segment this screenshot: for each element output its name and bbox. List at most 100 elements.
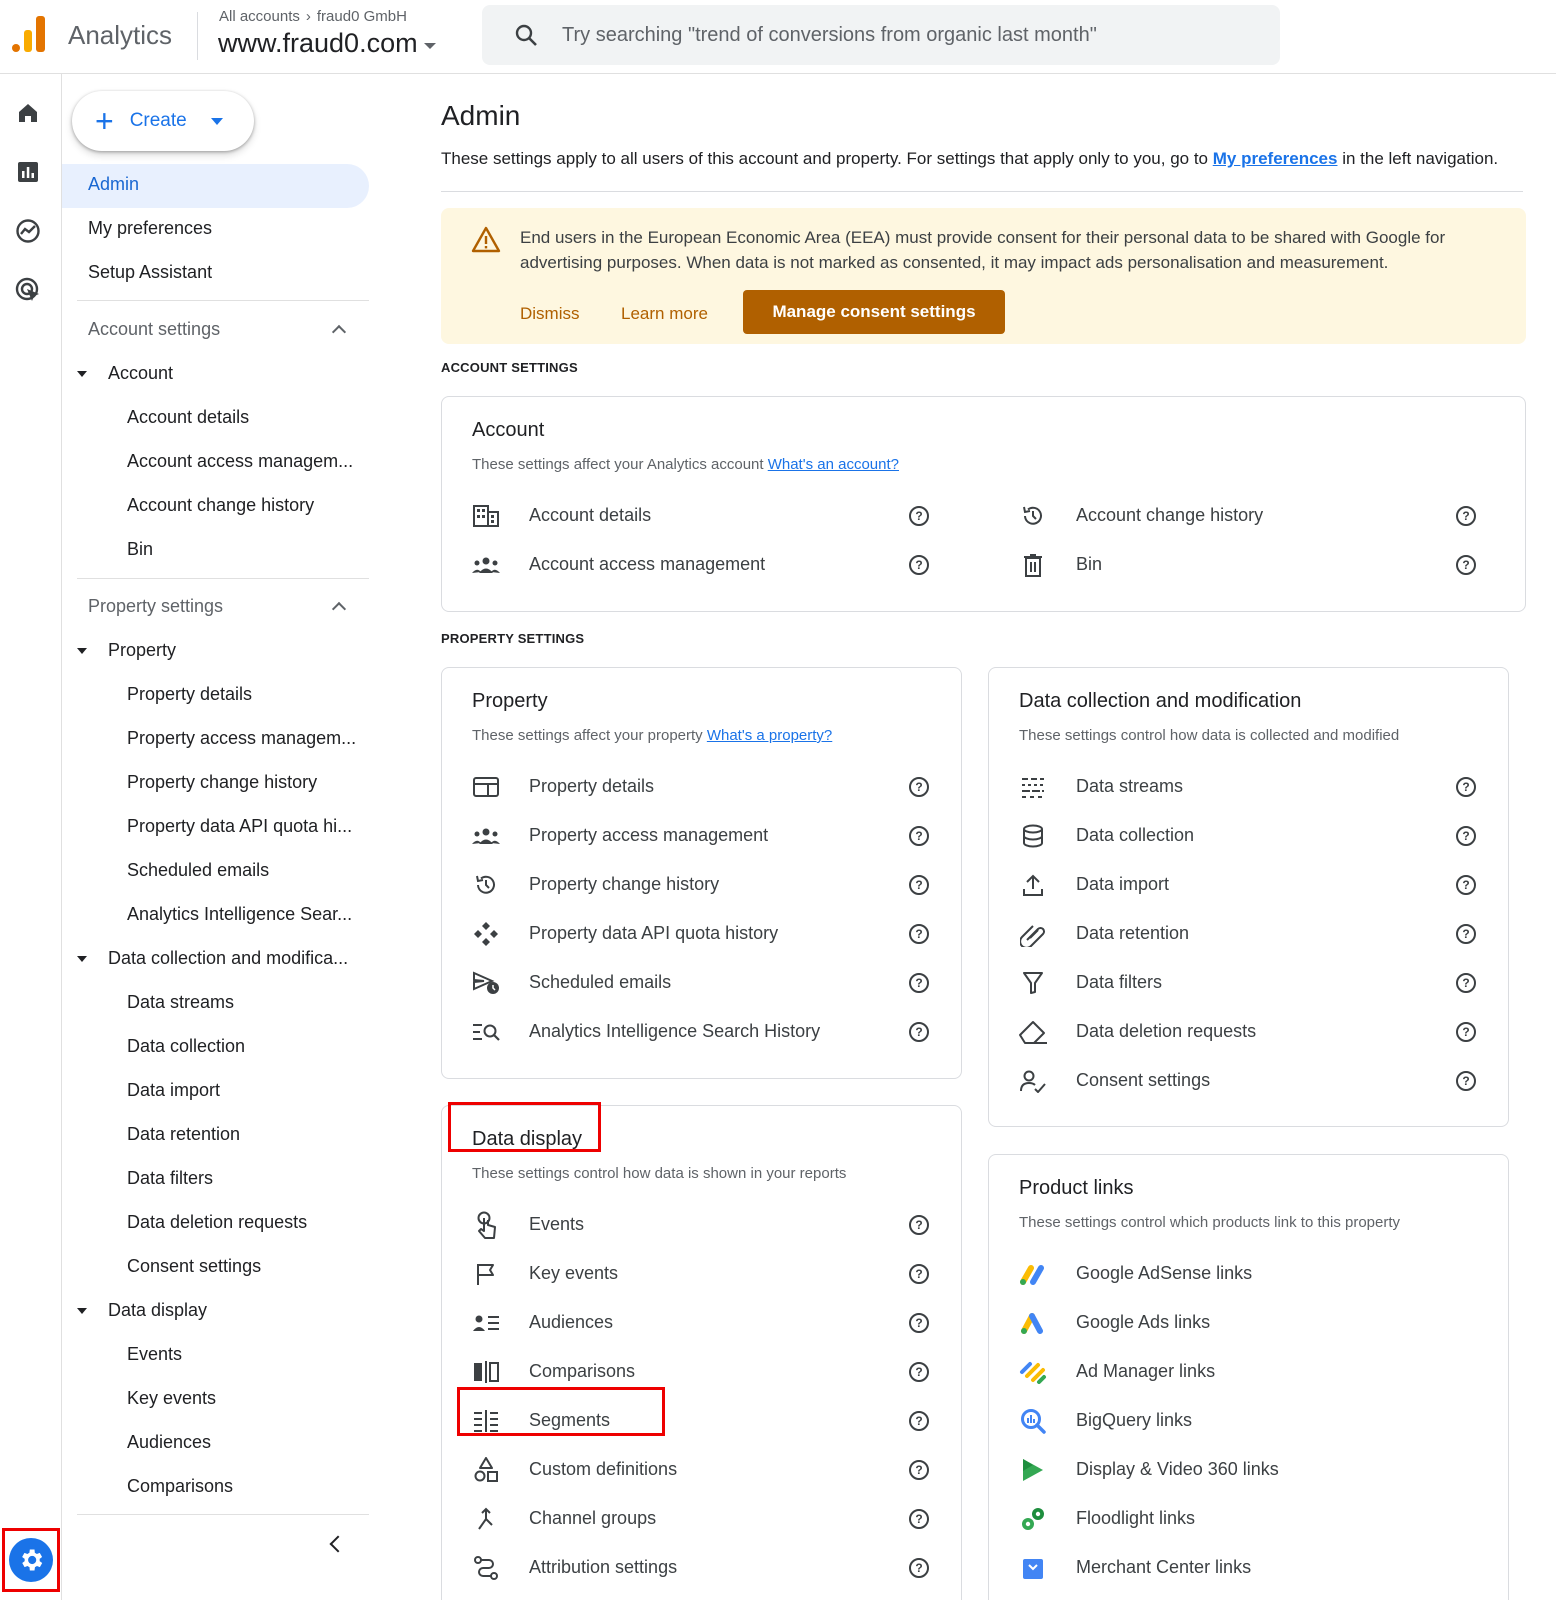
nav-data-import[interactable]: Data import (127, 1080, 220, 1101)
data-import-row[interactable]: Data import ? (1018, 865, 1488, 905)
help-icon[interactable]: ? (909, 1509, 929, 1529)
whats-an-account-link[interactable]: What's an account? (768, 456, 899, 473)
help-icon[interactable]: ? (1456, 555, 1476, 575)
nav-account-access[interactable]: Account access managem... (127, 451, 353, 472)
help-icon[interactable]: ? (1456, 1071, 1476, 1091)
dismiss-button[interactable]: Dismiss (520, 304, 580, 324)
nav-consent-settings[interactable]: Consent settings (127, 1256, 261, 1277)
bin-row[interactable]: Bin ? (1018, 545, 1488, 585)
home-icon[interactable] (13, 98, 43, 128)
consent-settings-row[interactable]: Consent settings ? (1018, 1061, 1488, 1101)
help-icon[interactable]: ? (909, 1558, 929, 1578)
caret-down-icon[interactable] (77, 371, 87, 377)
property-selector[interactable]: www.fraud0.com (218, 28, 436, 59)
help-icon[interactable]: ? (909, 1411, 929, 1431)
help-icon[interactable]: ? (909, 1264, 929, 1284)
nav-account-settings[interactable]: Account settings (88, 319, 220, 340)
nav-property-change-history[interactable]: Property change history (127, 772, 317, 793)
nav-audiences[interactable]: Audiences (127, 1432, 211, 1453)
help-icon[interactable]: ? (1456, 506, 1476, 526)
adsense-links-row[interactable]: Google AdSense links (1018, 1254, 1488, 1294)
reports-icon[interactable] (13, 157, 43, 187)
bigquery-links-row[interactable]: BigQuery links (1018, 1401, 1488, 1441)
account-change-history-row[interactable]: Account change history ? (1018, 496, 1488, 536)
nav-data-collection-item[interactable]: Data collection (127, 1036, 245, 1057)
help-icon[interactable]: ? (909, 1313, 929, 1333)
google-ads-links-row[interactable]: Google Ads links (1018, 1303, 1488, 1343)
account-details-row[interactable]: Account details ? (471, 496, 941, 536)
caret-down-icon[interactable] (77, 648, 87, 654)
custom-definitions-row[interactable]: Custom definitions ? (471, 1450, 941, 1490)
admin-gear-button[interactable] (2, 1528, 60, 1592)
manage-consent-button[interactable]: Manage consent settings (743, 290, 1005, 334)
help-icon[interactable]: ? (909, 506, 929, 526)
nav-property-api-quota[interactable]: Property data API quota hi... (127, 816, 352, 837)
nav-data-filters[interactable]: Data filters (127, 1168, 213, 1189)
help-icon[interactable]: ? (1456, 1022, 1476, 1042)
property-details-row[interactable]: Property details ? (471, 767, 941, 807)
help-icon[interactable]: ? (909, 1022, 929, 1042)
data-streams-row[interactable]: Data streams ? (1018, 767, 1488, 807)
help-icon[interactable]: ? (909, 973, 929, 993)
nav-data-collection[interactable]: Data collection and modifica... (108, 948, 348, 969)
nav-events[interactable]: Events (127, 1344, 182, 1365)
audiences-row[interactable]: Audiences ? (471, 1303, 941, 1343)
channel-groups-row[interactable]: Channel groups ? (471, 1499, 941, 1539)
property-api-quota-row[interactable]: Property data API quota history ? (471, 914, 941, 954)
floodlight-links-row[interactable]: Floodlight links (1018, 1499, 1488, 1539)
help-icon[interactable]: ? (909, 777, 929, 797)
nav-setup-assistant[interactable]: Setup Assistant (88, 262, 212, 283)
help-icon[interactable]: ? (1456, 924, 1476, 944)
property-access-row[interactable]: Property access management ? (471, 816, 941, 856)
help-icon[interactable]: ? (1456, 826, 1476, 846)
nav-analytics-intelligence[interactable]: Analytics Intelligence Sear... (127, 904, 352, 925)
help-icon[interactable]: ? (909, 1460, 929, 1480)
help-icon[interactable]: ? (909, 875, 929, 895)
data-filters-row[interactable]: Data filters ? (1018, 963, 1488, 1003)
breadcrumb-account[interactable]: fraud0 GmbH (317, 8, 407, 25)
my-preferences-link[interactable]: My preferences (1213, 149, 1338, 168)
help-icon[interactable]: ? (909, 924, 929, 944)
nav-data-streams[interactable]: Data streams (127, 992, 234, 1013)
nav-comparisons[interactable]: Comparisons (127, 1476, 233, 1497)
merchant-center-links-row[interactable]: Merchant Center links (1018, 1548, 1488, 1588)
breadcrumb-all-accounts[interactable]: All accounts (219, 8, 300, 25)
nav-data-deletion[interactable]: Data deletion requests (127, 1212, 307, 1233)
create-button[interactable]: + Create (72, 91, 254, 151)
explore-icon[interactable] (13, 216, 43, 246)
nav-data-retention[interactable]: Data retention (127, 1124, 240, 1145)
nav-property-access[interactable]: Property access managem... (127, 728, 356, 749)
comparisons-row[interactable]: Comparisons ? (471, 1352, 941, 1392)
help-icon[interactable]: ? (1456, 973, 1476, 993)
scheduled-emails-row[interactable]: Scheduled emails ? (471, 963, 941, 1003)
nav-property-details[interactable]: Property details (127, 684, 252, 705)
data-deletion-row[interactable]: Data deletion requests ? (1018, 1012, 1488, 1052)
help-icon[interactable]: ? (909, 555, 929, 575)
nav-data-display[interactable]: Data display (108, 1300, 207, 1321)
account-access-row[interactable]: Account access management ? (471, 545, 941, 585)
nav-property[interactable]: Property (108, 640, 176, 661)
caret-down-icon[interactable] (77, 956, 87, 962)
dv360-links-row[interactable]: Display & Video 360 links (1018, 1450, 1488, 1490)
help-icon[interactable]: ? (909, 826, 929, 846)
learn-more-link[interactable]: Learn more (621, 304, 708, 324)
nav-property-settings[interactable]: Property settings (88, 596, 223, 617)
analytics-logo-icon[interactable] (12, 16, 46, 52)
nav-my-preferences[interactable]: My preferences (88, 218, 212, 239)
data-collection-row[interactable]: Data collection ? (1018, 816, 1488, 856)
nav-account-details[interactable]: Account details (127, 407, 249, 428)
key-events-row[interactable]: Key events ? (471, 1254, 941, 1294)
analytics-intelligence-row[interactable]: Analytics Intelligence Search History ? (471, 1012, 941, 1052)
collapse-nav-chevron-icon[interactable] (329, 1535, 347, 1553)
chevron-up-icon[interactable] (331, 324, 347, 340)
whats-a-property-link[interactable]: What's a property? (707, 727, 832, 744)
nav-key-events[interactable]: Key events (127, 1388, 216, 1409)
search-input[interactable] (562, 23, 1262, 47)
nav-scheduled-emails[interactable]: Scheduled emails (127, 860, 269, 881)
nav-account-change-history[interactable]: Account change history (127, 495, 314, 516)
help-icon[interactable]: ? (1456, 875, 1476, 895)
help-icon[interactable]: ? (1456, 777, 1476, 797)
breadcrumb[interactable]: All accounts › fraud0 GmbH (219, 8, 407, 25)
ad-manager-links-row[interactable]: Ad Manager links (1018, 1352, 1488, 1392)
chevron-up-icon[interactable] (331, 601, 347, 617)
